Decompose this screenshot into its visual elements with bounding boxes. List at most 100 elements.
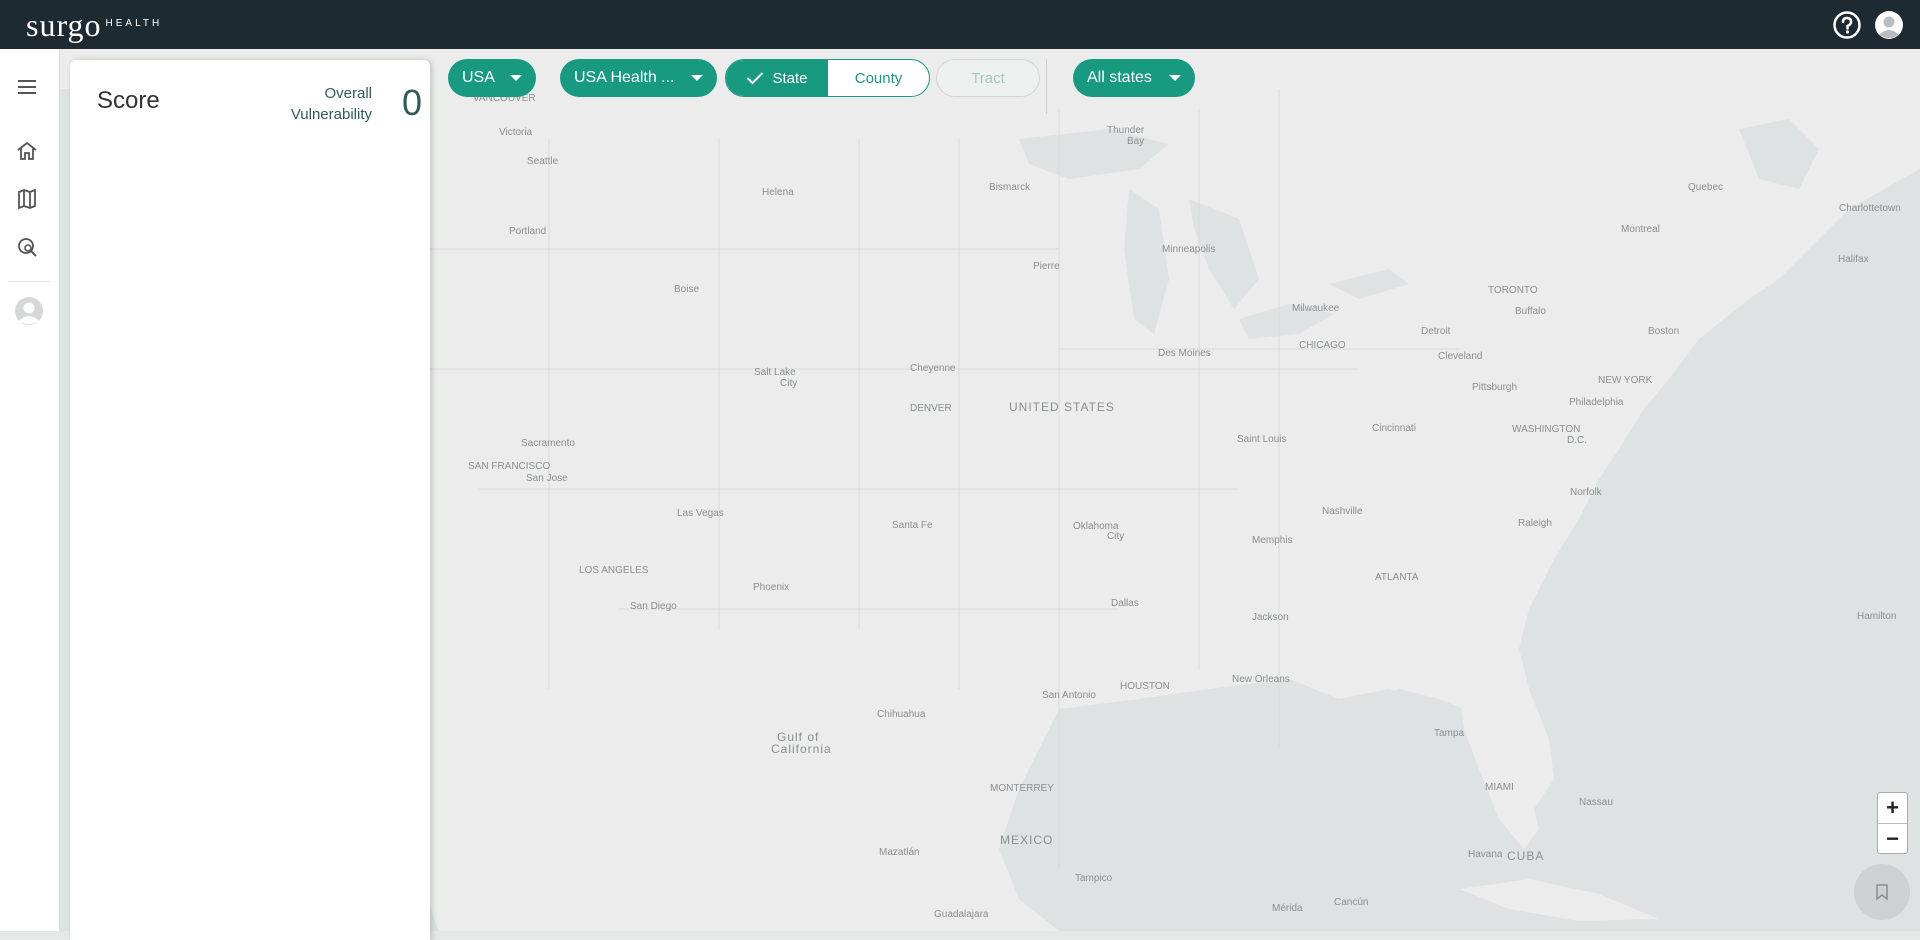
zoom-in-button[interactable]: + bbox=[1878, 793, 1907, 823]
svg-text:Milwaukee: Milwaukee bbox=[1292, 303, 1340, 314]
svg-text:Guadalajara: Guadalajara bbox=[934, 909, 989, 920]
geo-level-county-label: County bbox=[854, 69, 903, 87]
svg-text:Quebec: Quebec bbox=[1688, 182, 1723, 193]
svg-text:ATLANTA: ATLANTA bbox=[1375, 572, 1419, 583]
svg-text:San Jose: San Jose bbox=[526, 473, 568, 484]
svg-text:Charlottetown: Charlottetown bbox=[1839, 203, 1901, 214]
svg-text:Philadelphia: Philadelphia bbox=[1569, 397, 1624, 408]
svg-text:HOUSTON: HOUSTON bbox=[1120, 681, 1170, 692]
geo-level-state-label: State bbox=[772, 69, 808, 87]
svg-text:Thunder: Thunder bbox=[1107, 125, 1145, 136]
svg-text:SAN FRANCISCO: SAN FRANCISCO bbox=[468, 461, 550, 472]
sidebar-divider bbox=[8, 281, 50, 282]
region-select[interactable]: All states bbox=[1073, 59, 1195, 97]
svg-text:City: City bbox=[1107, 531, 1124, 542]
svg-text:Norfolk: Norfolk bbox=[1570, 487, 1603, 498]
country-select[interactable]: USA bbox=[448, 59, 536, 97]
svg-text:Salt Lake: Salt Lake bbox=[754, 367, 796, 378]
svg-text:Mazatlán: Mazatlán bbox=[879, 847, 920, 858]
svg-text:Victoria: Victoria bbox=[499, 127, 533, 138]
svg-text:Mérida: Mérida bbox=[1272, 903, 1303, 914]
svg-text:Nassau: Nassau bbox=[1579, 797, 1613, 808]
zoom-out-button[interactable]: − bbox=[1878, 824, 1907, 854]
bookmark-button[interactable] bbox=[1854, 864, 1910, 920]
svg-text:Boston: Boston bbox=[1648, 326, 1679, 337]
svg-text:Sacramento: Sacramento bbox=[521, 438, 575, 449]
svg-text:Raleigh: Raleigh bbox=[1518, 518, 1552, 529]
bookmark-icon bbox=[1876, 884, 1888, 901]
svg-text:Tampico: Tampico bbox=[1075, 873, 1113, 884]
svg-text:CHICAGO: CHICAGO bbox=[1299, 340, 1346, 351]
menu-icon[interactable] bbox=[15, 75, 39, 99]
svg-text:Phoenix: Phoenix bbox=[753, 582, 789, 593]
svg-text:Bay: Bay bbox=[1127, 136, 1144, 147]
zoom-control: + − bbox=[1877, 792, 1908, 854]
chevron-down-icon bbox=[1169, 75, 1181, 81]
svg-text:Hamilton: Hamilton bbox=[1857, 611, 1896, 622]
svg-text:Dallas: Dallas bbox=[1111, 598, 1139, 609]
overall-vulnerability-label: Overall Vulnerability bbox=[290, 85, 372, 123]
svg-text:Pittsburgh: Pittsburgh bbox=[1472, 382, 1517, 393]
svg-text:MONTERREY: MONTERREY bbox=[990, 783, 1054, 794]
geo-level-state-button[interactable]: State bbox=[726, 60, 828, 96]
svg-text:Memphis: Memphis bbox=[1252, 535, 1293, 546]
geo-level-tract-label: Tract bbox=[971, 69, 1005, 87]
left-nav-sidebar bbox=[0, 49, 60, 931]
map-icon[interactable] bbox=[15, 187, 39, 211]
svg-text:Montreal: Montreal bbox=[1621, 224, 1660, 235]
svg-text:Seattle: Seattle bbox=[527, 156, 559, 167]
svg-text:Las Vegas: Las Vegas bbox=[677, 508, 724, 519]
svg-text:City: City bbox=[780, 378, 797, 389]
score-panel: Score Overall Vulnerability 0 bbox=[70, 60, 430, 940]
svg-text:Cleveland: Cleveland bbox=[1438, 351, 1482, 362]
geo-level-county-button[interactable]: County bbox=[828, 60, 929, 96]
svg-text:Havana: Havana bbox=[1468, 849, 1503, 860]
svg-text:MIAMI: MIAMI bbox=[1485, 782, 1514, 793]
user-avatar-icon[interactable] bbox=[14, 296, 44, 326]
help-circle-icon[interactable] bbox=[1832, 10, 1862, 40]
svg-text:Santa Fe: Santa Fe bbox=[892, 520, 933, 531]
svg-text:Detroit: Detroit bbox=[1421, 326, 1451, 337]
toolbar-divider bbox=[1046, 59, 1047, 114]
dataset-select[interactable]: USA Health ... bbox=[560, 59, 717, 97]
check-icon bbox=[747, 72, 764, 85]
top-right-actions bbox=[1832, 10, 1904, 40]
svg-text:San Diego: San Diego bbox=[630, 601, 677, 612]
svg-text:San Antonio: San Antonio bbox=[1042, 690, 1096, 701]
svg-text:MEXICO: MEXICO bbox=[1000, 833, 1053, 847]
region-select-label: All states bbox=[1087, 69, 1152, 86]
geo-level-tract-button[interactable]: Tract bbox=[936, 59, 1040, 97]
svg-text:Cancún: Cancún bbox=[1334, 897, 1368, 908]
svg-text:Halifax: Halifax bbox=[1838, 254, 1869, 265]
account-icon[interactable] bbox=[1874, 10, 1904, 40]
geo-level-toggle: State County bbox=[725, 59, 930, 97]
svg-text:D.C.: D.C. bbox=[1567, 435, 1587, 446]
svg-text:Helena: Helena bbox=[762, 187, 794, 198]
svg-text:CUBA: CUBA bbox=[1507, 849, 1544, 863]
svg-text:UNITED STATES: UNITED STATES bbox=[1009, 400, 1115, 414]
svg-text:Buffalo: Buffalo bbox=[1515, 306, 1546, 317]
svg-text:New Orleans: New Orleans bbox=[1232, 674, 1290, 685]
svg-text:Tampa: Tampa bbox=[1434, 728, 1464, 739]
svg-text:Portland: Portland bbox=[509, 226, 546, 237]
svg-text:Chihuahua: Chihuahua bbox=[877, 709, 926, 720]
svg-text:Minneapolis: Minneapolis bbox=[1162, 244, 1215, 255]
dataset-select-label: USA Health ... bbox=[574, 69, 675, 86]
svg-text:California: California bbox=[771, 742, 832, 756]
svg-text:Saint Louis: Saint Louis bbox=[1237, 434, 1286, 445]
logo-sub-text: HEALTH bbox=[105, 17, 163, 29]
svg-text:Pierre: Pierre bbox=[1033, 261, 1060, 272]
svg-text:NEW YORK: NEW YORK bbox=[1598, 375, 1653, 386]
home-icon[interactable] bbox=[15, 139, 39, 163]
overall-vulnerability-value: 0 bbox=[401, 82, 422, 123]
svg-text:Des Moines: Des Moines bbox=[1158, 348, 1211, 359]
explore-icon[interactable] bbox=[15, 235, 39, 259]
svg-text:Jackson: Jackson bbox=[1252, 612, 1289, 623]
svg-text:Cincinnati: Cincinnati bbox=[1372, 423, 1416, 434]
surgo-health-logo[interactable]: surgo HEALTH bbox=[26, 9, 162, 41]
score-title: Score bbox=[97, 87, 160, 114]
svg-text:Bismarck: Bismarck bbox=[989, 182, 1031, 193]
svg-text:DENVER: DENVER bbox=[910, 403, 952, 414]
svg-text:Nashville: Nashville bbox=[1322, 506, 1363, 517]
chevron-down-icon bbox=[691, 75, 703, 81]
